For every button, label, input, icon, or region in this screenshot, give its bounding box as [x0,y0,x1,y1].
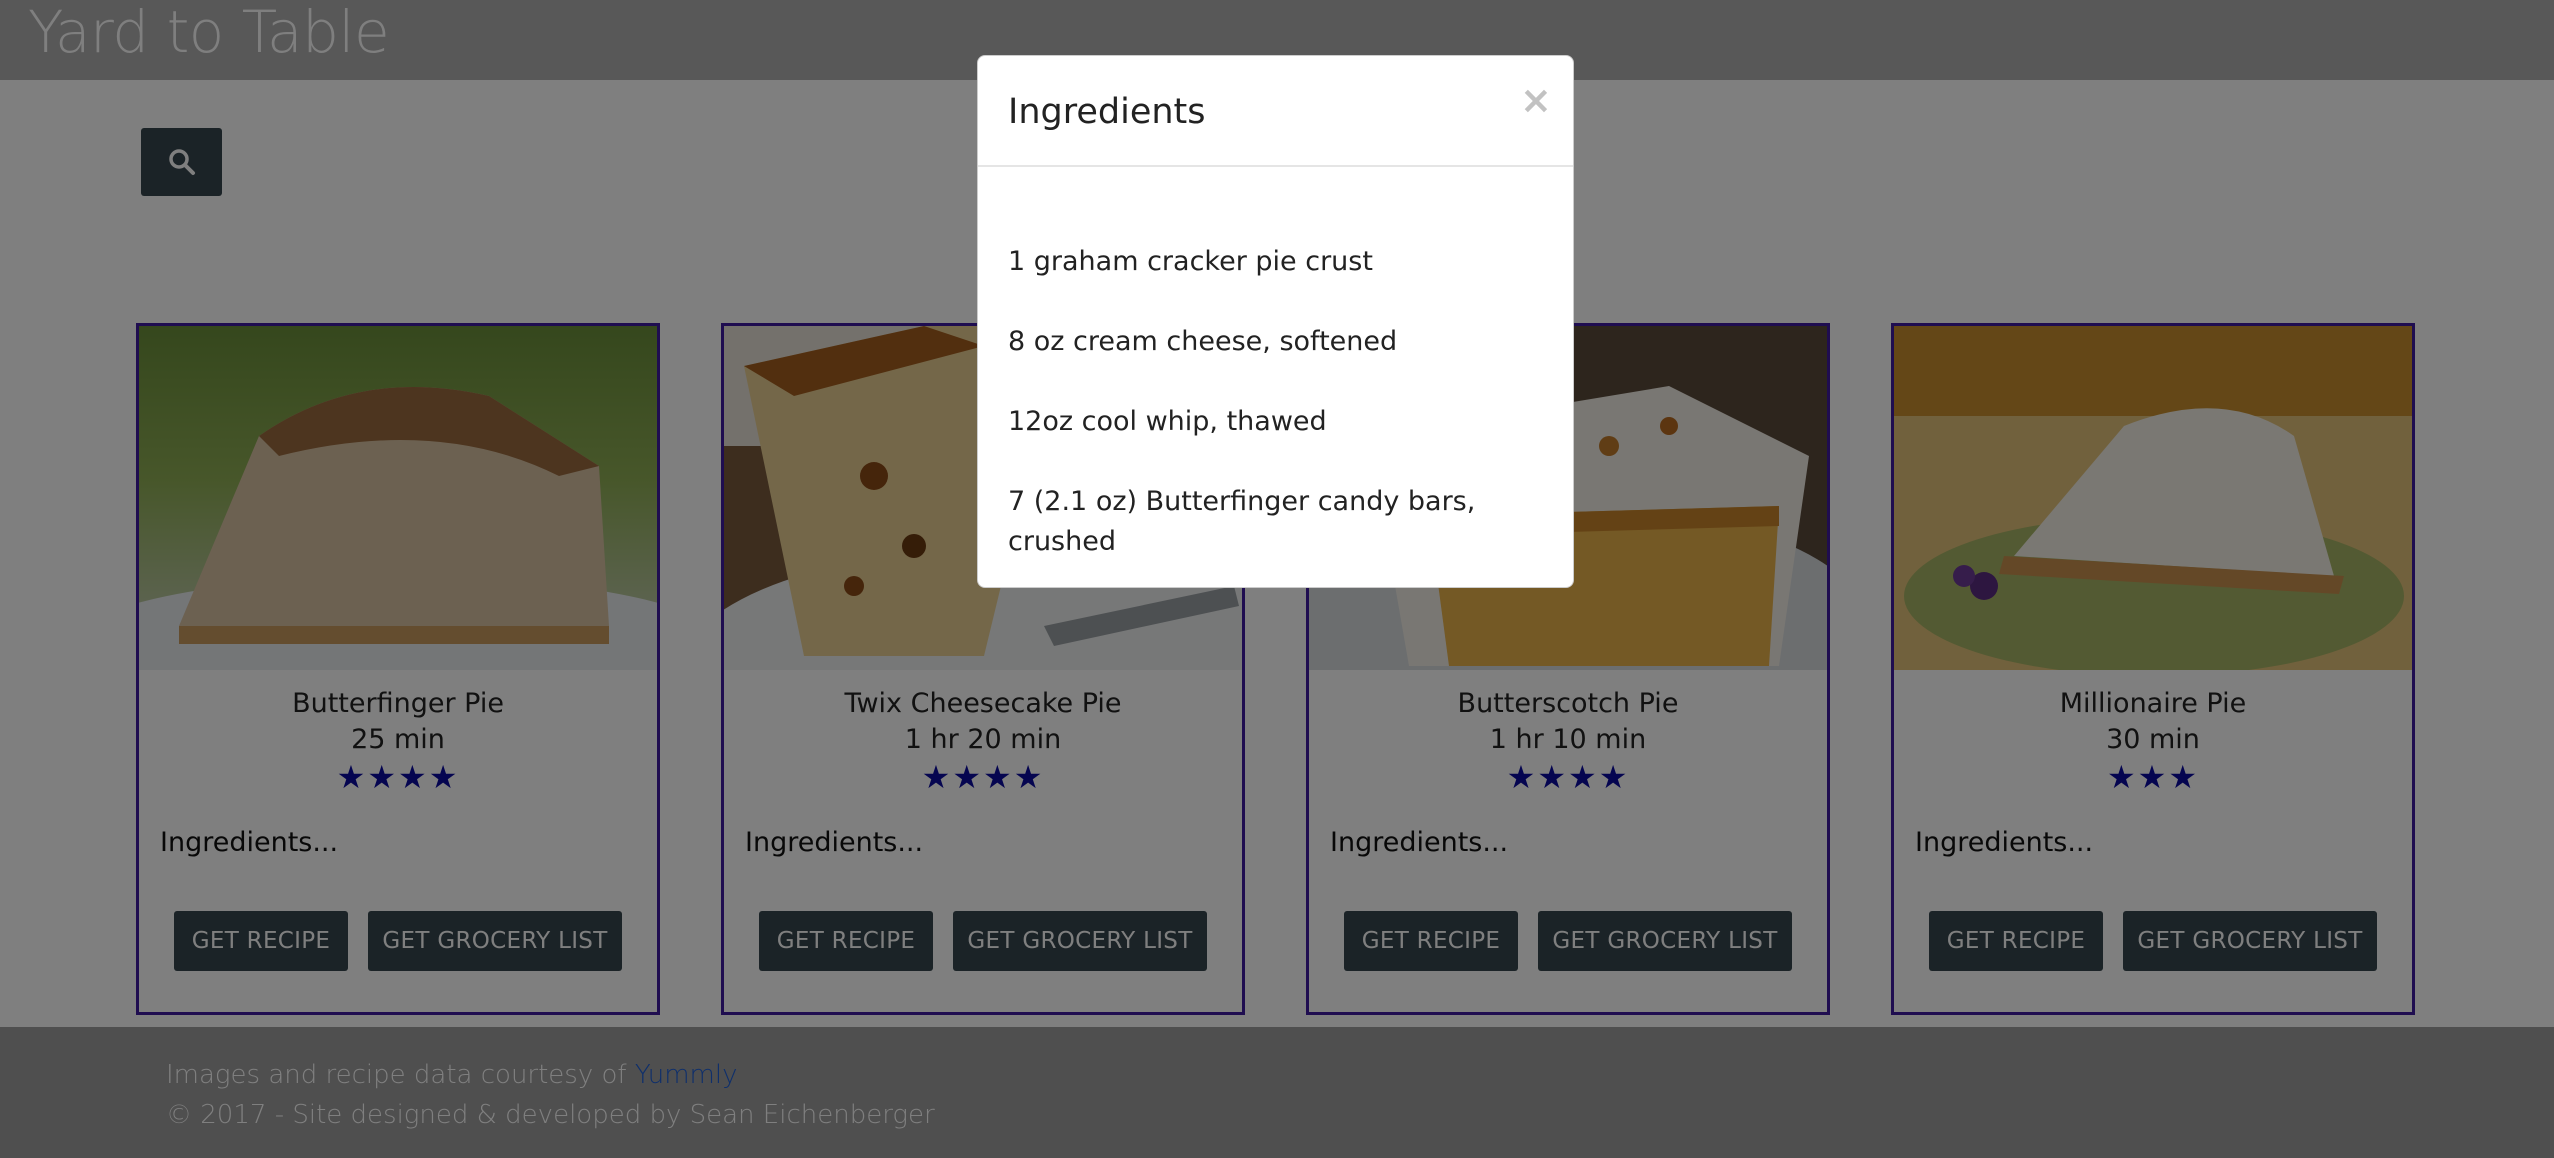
modal-header: Ingredients × [978,56,1573,167]
ingredient-item: 12oz cool whip, thawed [1008,406,1327,437]
ingredient-item: 8 oz cream cheese, softened [1008,326,1398,357]
ingredient-item: 7 (2.1 oz) Butterfinger candy bars, crus… [1008,486,1476,557]
modal-body: 1 graham cracker pie crust 8 oz cream ch… [1008,242,1558,562]
page: Yard to Table Butterfinger Pie [0,0,2554,1158]
ingredients-modal: Ingredients × 1 graham cracker pie crust… [977,55,1574,588]
ingredient-item: 1 graham cracker pie crust [1008,246,1373,277]
close-icon[interactable]: × [1520,78,1552,122]
modal-title: Ingredients [1008,92,1206,132]
